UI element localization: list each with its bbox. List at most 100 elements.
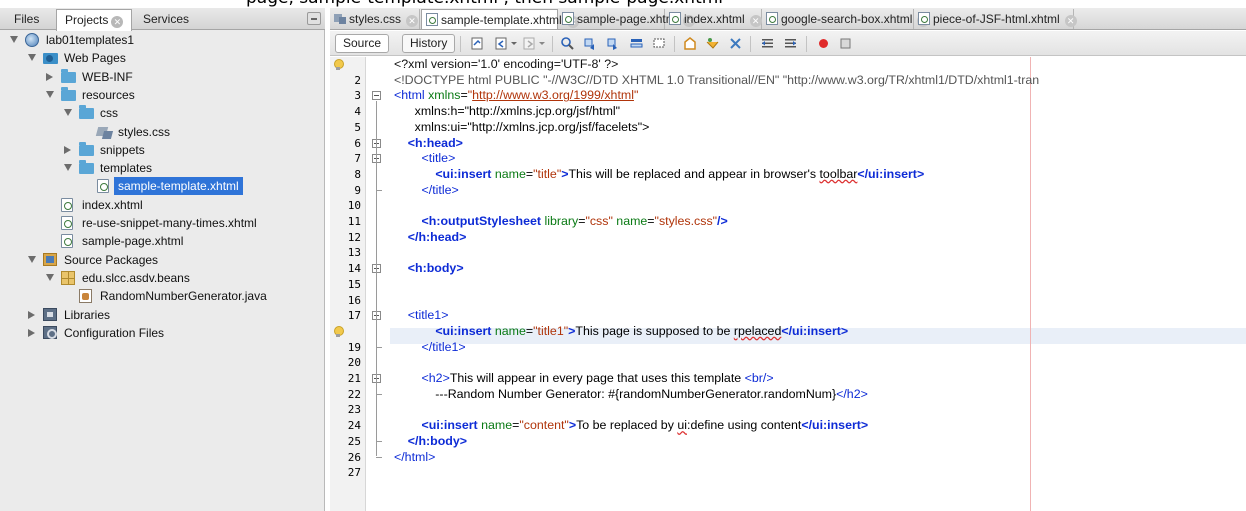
last-edit-icon[interactable]	[470, 36, 485, 51]
back-icon[interactable]	[494, 36, 509, 51]
expand-arrow-icon[interactable]	[28, 54, 36, 62]
toggle-bookmark-icon[interactable]	[728, 36, 743, 51]
toggle-highlight-icon[interactable]	[629, 36, 644, 51]
tree-item[interactable]: templates	[0, 159, 325, 177]
file-tab[interactable]: sample-page.xhtml ✕	[558, 9, 696, 29]
tree-item[interactable]: edu.slcc.asdv.beans	[0, 269, 325, 287]
code-line[interactable]: <!DOCTYPE html PUBLIC "-//W3C//DTD XHTML…	[394, 73, 1039, 89]
tree-item[interactable]: Source Packages	[0, 251, 325, 269]
folder-icon	[61, 86, 76, 101]
hint-bulb-icon[interactable]	[333, 59, 344, 71]
expand-arrow-icon[interactable]	[46, 90, 54, 98]
record-macro-icon[interactable]	[816, 36, 831, 51]
rectangular-selection-icon[interactable]	[652, 36, 667, 51]
file-tab[interactable]: index.xhtml ✕	[665, 9, 762, 29]
code-line[interactable]: <ui:insert name="title1">This page is su…	[394, 324, 848, 340]
folder-icon	[79, 160, 94, 175]
xhtml-file-icon	[61, 234, 73, 249]
expand-arrow-icon[interactable]	[28, 255, 36, 263]
code-line[interactable]: ---Random Number Generator: #{randomNumb…	[394, 387, 868, 403]
tab-files-label: Files	[14, 12, 40, 26]
code-line[interactable]: <html xmlns="http://www.w3.org/1999/xhtm…	[394, 88, 638, 104]
collapse-arrow-icon[interactable]	[64, 145, 71, 154]
previous-bookmark-icon[interactable]	[682, 36, 697, 51]
stop-macro-icon[interactable]	[838, 36, 853, 51]
file-tab[interactable]: sample-template.xhtml✕	[421, 9, 579, 29]
tree-item[interactable]: css	[0, 104, 325, 122]
code-line[interactable]: </h:body>	[394, 434, 467, 450]
close-icon[interactable]: ✕	[406, 15, 419, 27]
tree-item[interactable]: lab01templates1	[0, 31, 325, 49]
expand-arrow-icon[interactable]	[64, 164, 72, 172]
minimize-panel-icon[interactable]	[307, 12, 321, 25]
chevron-down-icon[interactable]	[538, 36, 546, 51]
shift-left-icon[interactable]	[760, 36, 775, 51]
expand-arrow-icon[interactable]	[46, 273, 54, 281]
file-tab[interactable]: piece-of-JSF-html.xhtml ✕	[914, 9, 1077, 29]
code-line[interactable]: <title>	[394, 151, 456, 167]
code-folding-column	[367, 57, 389, 511]
find-previous-icon[interactable]	[583, 36, 598, 51]
code-line[interactable]: <h:body>	[394, 261, 464, 277]
chevron-down-icon[interactable]	[510, 36, 518, 51]
tree-item[interactable]: re-use-snippet-many-times.xhtml	[0, 214, 325, 232]
line-number: 11	[347, 215, 361, 228]
file-tab-label: piece-of-JSF-html.xhtml	[933, 12, 1060, 26]
tree-item[interactable]: WEB-INF	[0, 68, 325, 86]
find-selection-icon[interactable]	[560, 36, 575, 51]
tree-item[interactable]: Libraries	[0, 306, 325, 324]
expand-arrow-icon[interactable]	[10, 36, 18, 43]
shift-right-icon[interactable]	[783, 36, 798, 51]
tree-item[interactable]: sample-page.xhtml	[0, 232, 325, 250]
tree-item[interactable]: Configuration Files	[0, 324, 325, 342]
fold-guide-line	[376, 384, 377, 394]
file-tab[interactable]: google-search-box.xhtml✕	[762, 9, 930, 29]
close-icon[interactable]: ✕	[1064, 15, 1077, 27]
tab-files[interactable]: Files	[8, 9, 45, 30]
code-line[interactable]: <?xml version='1.0' encoding='UTF-8' ?>	[394, 57, 618, 73]
code-line[interactable]: <ui:insert name="content">To be replaced…	[394, 418, 869, 434]
tree-item[interactable]: resources	[0, 86, 325, 104]
code-line[interactable]: <h2>This will appear in every page that …	[394, 371, 774, 387]
code-line[interactable]: <ui:insert name="title">This will be rep…	[394, 167, 924, 183]
history-button[interactable]: History	[402, 34, 456, 53]
line-number: 27	[347, 466, 361, 480]
code-line[interactable]: </title>	[394, 183, 459, 199]
close-icon[interactable]: ✕	[749, 15, 762, 27]
next-bookmark-icon[interactable]	[705, 36, 720, 51]
code-line[interactable]: <title1>	[394, 308, 449, 324]
fold-toggle-icon[interactable]	[372, 91, 381, 101]
code-line[interactable]: </title1>	[394, 340, 466, 356]
folder-icon	[79, 105, 94, 120]
tree-item[interactable]: sample-template.xhtml	[0, 177, 325, 196]
tree-item[interactable]: index.xhtml	[0, 196, 325, 214]
tree-item[interactable]: Web Pages	[0, 49, 325, 67]
close-icon[interactable]: ✕	[111, 16, 124, 28]
collapse-arrow-icon[interactable]	[46, 72, 53, 81]
xhtml-file-icon	[97, 179, 109, 194]
code-line[interactable]: xmlns:h="http://xmlns.jcp.org/jsf/html"	[394, 104, 620, 120]
source-button[interactable]: Source	[335, 34, 390, 53]
forward-icon[interactable]	[522, 36, 537, 51]
expand-arrow-icon[interactable]	[64, 109, 72, 117]
find-next-icon[interactable]	[606, 36, 621, 51]
code-line[interactable]: </html>	[394, 450, 435, 466]
tab-projects[interactable]: Projects ✕	[56, 9, 133, 31]
tree-item[interactable]: RandomNumberGenerator.java	[0, 287, 325, 305]
code-line[interactable]: </h:head>	[394, 230, 467, 246]
hint-bulb-icon[interactable]	[333, 325, 344, 338]
tree-item-label: styles.css	[118, 124, 171, 139]
tree-item[interactable]: styles.css	[0, 123, 325, 141]
tree-item[interactable]: snippets	[0, 141, 325, 159]
xhtml-file-icon	[61, 216, 73, 230]
collapse-arrow-icon[interactable]	[28, 328, 35, 337]
code-text-area[interactable]: <?xml version='1.0' encoding='UTF-8' ?> <…	[390, 57, 1246, 511]
code-line[interactable]: <h:head>	[394, 136, 463, 152]
folder-icon	[79, 141, 94, 156]
tree-item-label: css	[100, 106, 118, 121]
tab-services[interactable]: Services	[137, 9, 195, 30]
file-tab[interactable]: styles.css ✕	[330, 9, 420, 29]
code-line[interactable]: <h:outputStylesheet library="css" name="…	[394, 214, 728, 230]
collapse-arrow-icon[interactable]	[28, 310, 35, 319]
code-line[interactable]: xmlns:ui="http://xmlns.jcp.org/jsf/facel…	[394, 120, 650, 136]
